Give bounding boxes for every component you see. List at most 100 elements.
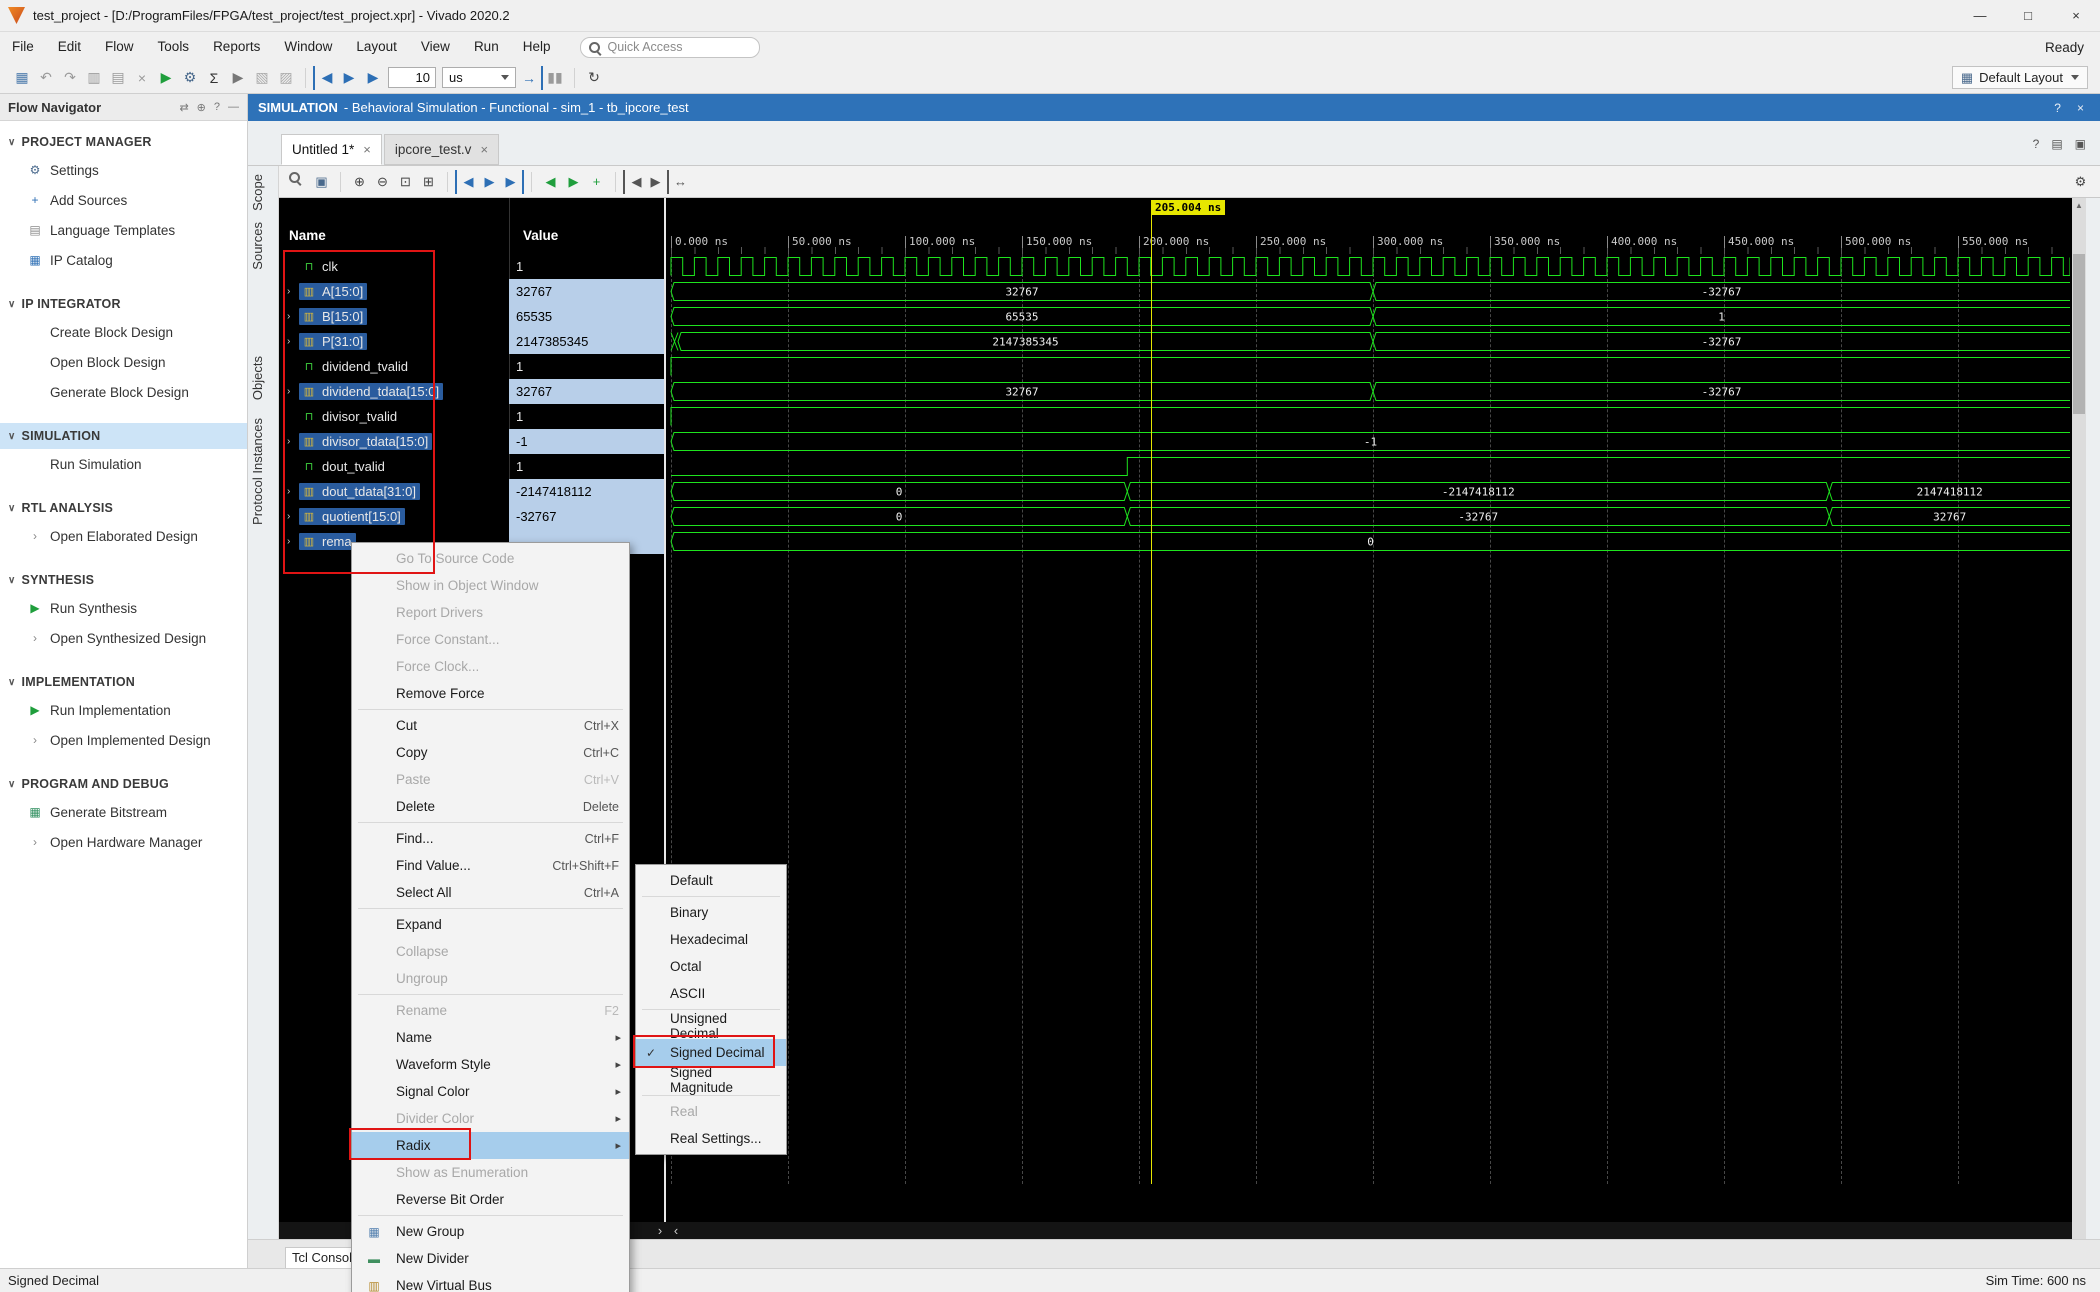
context-item-signal-color[interactable]: Signal Color▸: [352, 1078, 629, 1105]
zoom-out-icon[interactable]: ⊖: [371, 170, 394, 194]
run-all-icon[interactable]: ▶: [337, 66, 361, 90]
flow-item-generate-bitstream[interactable]: ▦Generate Bitstream: [0, 797, 247, 827]
side-tab-sources[interactable]: Sources: [250, 218, 277, 274]
tab-tcl-console[interactable]: Tcl Console: [285, 1247, 357, 1269]
radix-item-signed-magnitude[interactable]: Signed Magnitude: [636, 1066, 786, 1093]
signal-wave[interactable]: [666, 404, 2070, 429]
restart-icon[interactable]: ◀: [313, 66, 337, 90]
help-icon[interactable]: ?: [214, 101, 220, 114]
probe-icon[interactable]: ▧: [250, 66, 274, 90]
signal-name-row[interactable]: ⊓clk: [279, 254, 509, 279]
signal-name-row[interactable]: ›▥P[31:0]: [279, 329, 509, 354]
signal-name-row[interactable]: ›▥dout_tdata[31:0]: [279, 479, 509, 504]
run-icon[interactable]: ▶: [154, 66, 178, 90]
play-icon[interactable]: ▶: [478, 170, 501, 194]
context-item-reverse-bit-order[interactable]: Reverse Bit Order: [352, 1186, 629, 1213]
signal-wave[interactable]: 32767-32767: [666, 379, 2070, 404]
window-icon[interactable]: ▦: [10, 66, 34, 90]
signal-name-row[interactable]: ›▥divisor_tdata[15:0]: [279, 429, 509, 454]
radix-item-octal[interactable]: Octal: [636, 953, 786, 980]
signal-wave[interactable]: 32767-32767: [666, 279, 2070, 304]
signal-wave[interactable]: [666, 454, 2070, 479]
scroll-up-icon[interactable]: ▲: [2072, 198, 2086, 212]
relaunch-icon[interactable]: ↻: [582, 66, 606, 90]
flow-section-program-and-debug[interactable]: ∨PROGRAM AND DEBUG: [0, 771, 247, 797]
menu-layout[interactable]: Layout: [344, 32, 409, 62]
pause-icon[interactable]: ▮▮: [543, 66, 567, 90]
delete-icon[interactable]: ×: [130, 66, 154, 90]
vertical-scrollbar[interactable]: ▲: [2072, 198, 2086, 1239]
zoom-in-icon[interactable]: ⊕: [348, 170, 371, 194]
previous-transition-icon[interactable]: ◀: [539, 170, 562, 194]
signal-name-row[interactable]: ⊓divisor_tvalid: [279, 404, 509, 429]
close-button[interactable]: ×: [2052, 0, 2100, 32]
context-item-remove-force[interactable]: Remove Force: [352, 680, 629, 707]
flow-item-open-hardware-manager[interactable]: ›Open Hardware Manager: [0, 827, 247, 857]
redo-icon[interactable]: ↷: [58, 66, 82, 90]
help-icon[interactable]: ?: [2054, 101, 2061, 115]
flow-section-project-manager[interactable]: ∨PROJECT MANAGER: [0, 129, 247, 155]
flow-item-ip-catalog[interactable]: ▦IP Catalog: [0, 245, 247, 275]
marker-previous-icon[interactable]: ◀: [623, 170, 646, 194]
flow-item-create-block-design[interactable]: Create Block Design: [0, 317, 247, 347]
go-to-start-icon[interactable]: ◀: [455, 170, 478, 194]
context-item-name[interactable]: Name▸: [352, 1024, 629, 1051]
help-icon[interactable]: ?: [2033, 137, 2040, 151]
menu-help[interactable]: Help: [511, 32, 563, 62]
radix-item-default[interactable]: Default: [636, 867, 786, 894]
flow-section-simulation[interactable]: ∨SIMULATION: [0, 423, 247, 449]
time-unit-select[interactable]: us: [442, 67, 516, 88]
radix-item-real-settings[interactable]: Real Settings...: [636, 1125, 786, 1152]
flow-item-open-synthesized-design[interactable]: ›Open Synthesized Design: [0, 623, 247, 653]
sigma-icon[interactable]: Σ: [202, 66, 226, 90]
quick-access-input[interactable]: Quick Access: [580, 37, 760, 58]
context-item-cut[interactable]: CutCtrl+X: [352, 712, 629, 739]
flow-item-generate-block-design[interactable]: Generate Block Design: [0, 377, 247, 407]
tab-ipcore-test-v[interactable]: ipcore_test.v×: [384, 134, 499, 165]
context-item-new-group[interactable]: ▦New Group: [352, 1218, 629, 1245]
run-for-icon[interactable]: ▶: [361, 66, 385, 90]
radix-item-signed-decimal[interactable]: ✓Signed Decimal: [636, 1039, 786, 1066]
radix-item-hexadecimal[interactable]: Hexadecimal: [636, 926, 786, 953]
toggle-icon[interactable]: ⇄: [179, 101, 188, 114]
gear-icon[interactable]: ⚙: [178, 66, 202, 90]
radix-item-binary[interactable]: Binary: [636, 899, 786, 926]
signal-wave[interactable]: 655351: [666, 304, 2070, 329]
flow-item-settings[interactable]: ⚙Settings: [0, 155, 247, 185]
time-cursor[interactable]: [1151, 215, 1152, 1184]
search-icon[interactable]: [287, 170, 310, 194]
close-icon[interactable]: ×: [363, 142, 371, 157]
paste-icon[interactable]: ▤: [106, 66, 130, 90]
flow-item-open-block-design[interactable]: Open Block Design: [0, 347, 247, 377]
layout-select[interactable]: ▦ Default Layout: [1952, 66, 2088, 89]
signal-name-row[interactable]: ›▥quotient[15:0]: [279, 504, 509, 529]
minimize-button[interactable]: —: [1956, 0, 2004, 32]
side-tab-objects[interactable]: Objects: [250, 352, 277, 404]
flow-item-open-implemented-design[interactable]: ›Open Implemented Design: [0, 725, 247, 755]
flow-section-synthesis[interactable]: ∨SYNTHESIS: [0, 567, 247, 593]
report-icon[interactable]: ▶: [226, 66, 250, 90]
go-to-end-icon[interactable]: ▶: [501, 170, 524, 194]
scrollbar-thumb[interactable]: [2073, 254, 2085, 414]
context-item-find[interactable]: Find...Ctrl+F: [352, 825, 629, 852]
signal-name-row[interactable]: ›▥dividend_tdata[15:0]: [279, 379, 509, 404]
copy-icon[interactable]: ▥: [82, 66, 106, 90]
menu-view[interactable]: View: [409, 32, 462, 62]
flow-item-run-simulation[interactable]: Run Simulation: [0, 449, 247, 479]
flow-item-open-elaborated-design[interactable]: ›Open Elaborated Design: [0, 521, 247, 551]
signal-wave[interactable]: -1: [666, 429, 2070, 454]
signal-wave[interactable]: 0-3276732767: [666, 504, 2070, 529]
context-item-waveform-style[interactable]: Waveform Style▸: [352, 1051, 629, 1078]
maximize-view-icon[interactable]: ▣: [2075, 137, 2086, 151]
close-icon[interactable]: ×: [2077, 101, 2084, 115]
marker-next-icon[interactable]: ▶: [646, 170, 669, 194]
float-window-icon[interactable]: ▤: [2051, 137, 2062, 151]
flow-item-language-templates[interactable]: ▤Language Templates: [0, 215, 247, 245]
expand-all-icon[interactable]: ⊕: [197, 101, 206, 114]
flow-section-ip-integrator[interactable]: ∨IP INTEGRATOR: [0, 291, 247, 317]
undo-icon[interactable]: ↶: [34, 66, 58, 90]
context-item-new-divider[interactable]: ▬New Divider: [352, 1245, 629, 1272]
step-icon[interactable]: →: [519, 66, 543, 90]
flow-section-implementation[interactable]: ∨IMPLEMENTATION: [0, 669, 247, 695]
menu-tools[interactable]: Tools: [146, 32, 202, 62]
